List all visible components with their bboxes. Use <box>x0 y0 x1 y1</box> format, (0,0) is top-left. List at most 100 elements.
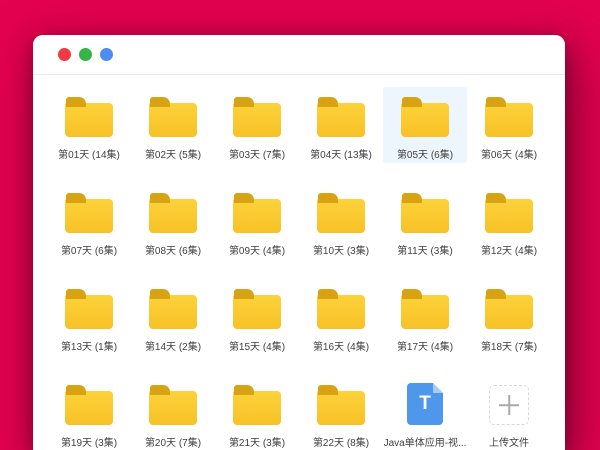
folder-item[interactable]: 第08天 (6集) <box>131 183 215 259</box>
item-label: Java单体应用-视... <box>384 434 467 449</box>
folder-icon <box>65 103 113 137</box>
folder-item[interactable]: 第01天 (14集) <box>47 87 131 163</box>
file-grid: 第01天 (14集) 第02天 (5集) 第03天 (7集) 第04天 (13集) 第0… <box>33 75 565 450</box>
folder-icon <box>149 103 197 137</box>
icon-wrapper <box>65 92 113 137</box>
item-label: 第21天 (3集) <box>229 434 285 449</box>
folder-item[interactable]: 第13天 (1集) <box>47 279 131 355</box>
folder-item[interactable]: 第16天 (4集) <box>299 279 383 355</box>
item-label: 第12天 (4集) <box>481 242 537 257</box>
icon-wrapper <box>401 284 449 329</box>
folder-item[interactable]: 第10天 (3集) <box>299 183 383 259</box>
item-label: 第13天 (1集) <box>61 338 117 353</box>
folder-item[interactable]: 第09天 (4集) <box>215 183 299 259</box>
folder-icon <box>317 199 365 233</box>
file-item[interactable]: T Java单体应用-视... <box>383 375 467 450</box>
item-label: 第06天 (4集) <box>481 146 537 161</box>
folder-icon <box>401 103 449 137</box>
icon-wrapper <box>149 92 197 137</box>
icon-wrapper <box>401 92 449 137</box>
item-label: 第01天 (14集) <box>58 146 120 161</box>
item-label: 第17天 (4集) <box>397 338 453 353</box>
item-label: 第09天 (4集) <box>229 242 285 257</box>
item-label: 上传文件 <box>489 434 529 449</box>
page-fold-corner <box>433 383 443 393</box>
folder-icon <box>233 295 281 329</box>
folder-item[interactable]: 第19天 (3集) <box>47 375 131 450</box>
item-label: 第10天 (3集) <box>313 242 369 257</box>
folder-icon <box>401 199 449 233</box>
folder-item[interactable]: 第05天 (6集) <box>383 87 467 163</box>
icon-wrapper <box>233 92 281 137</box>
item-label: 第08天 (6集) <box>145 242 201 257</box>
icon-wrapper <box>317 92 365 137</box>
folder-item[interactable]: 第11天 (3集) <box>383 183 467 259</box>
icon-wrapper <box>485 92 533 137</box>
item-label: 第16天 (4集) <box>313 338 369 353</box>
folder-item[interactable]: 第17天 (4集) <box>383 279 467 355</box>
folder-item[interactable]: 第02天 (5集) <box>131 87 215 163</box>
window-titlebar <box>33 35 565 75</box>
folder-item[interactable]: 第07天 (6集) <box>47 183 131 259</box>
text-file-icon: T <box>407 383 443 425</box>
icon-wrapper <box>485 284 533 329</box>
folder-item[interactable]: 第03天 (7集) <box>215 87 299 163</box>
item-label: 第05天 (6集) <box>397 146 453 161</box>
folder-icon <box>65 391 113 425</box>
folder-icon <box>149 199 197 233</box>
folder-icon <box>317 295 365 329</box>
folder-icon <box>317 103 365 137</box>
upload-plus-icon <box>489 385 529 425</box>
icon-wrapper <box>233 380 281 425</box>
close-button[interactable] <box>58 48 71 61</box>
icon-wrapper <box>489 380 529 425</box>
item-label: 第04天 (13集) <box>310 146 372 161</box>
icon-wrapper <box>401 188 449 233</box>
desktop-background: 第01天 (14集) 第02天 (5集) 第03天 (7集) 第04天 (13集) 第0… <box>0 0 600 450</box>
icon-wrapper <box>485 188 533 233</box>
item-label: 第22天 (8集) <box>313 434 369 449</box>
item-label: 第14天 (2集) <box>145 338 201 353</box>
item-label: 第15天 (4集) <box>229 338 285 353</box>
item-label: 第11天 (3集) <box>397 242 452 257</box>
maximize-button[interactable] <box>100 48 113 61</box>
folder-item[interactable]: 第20天 (7集) <box>131 375 215 450</box>
folder-icon <box>65 199 113 233</box>
icon-wrapper <box>317 380 365 425</box>
folder-item[interactable]: 第18天 (7集) <box>467 279 551 355</box>
icon-wrapper <box>317 188 365 233</box>
folder-item[interactable]: 第06天 (4集) <box>467 87 551 163</box>
folder-item[interactable]: 第12天 (4集) <box>467 183 551 259</box>
folder-item[interactable]: 第04天 (13集) <box>299 87 383 163</box>
folder-icon <box>149 295 197 329</box>
folder-icon <box>485 295 533 329</box>
folder-icon <box>65 295 113 329</box>
icon-wrapper <box>65 188 113 233</box>
icon-wrapper <box>233 284 281 329</box>
folder-icon <box>401 295 449 329</box>
icon-wrapper <box>65 284 113 329</box>
item-label: 第07天 (6集) <box>61 242 117 257</box>
item-label: 第18天 (7集) <box>481 338 537 353</box>
icon-wrapper <box>317 284 365 329</box>
folder-icon <box>317 391 365 425</box>
icon-wrapper <box>149 284 197 329</box>
folder-icon <box>233 199 281 233</box>
folder-item[interactable]: 第22天 (8集) <box>299 375 383 450</box>
file-manager-window: 第01天 (14集) 第02天 (5集) 第03天 (7集) 第04天 (13集) 第0… <box>33 35 565 450</box>
upload-file-button[interactable]: 上传文件 <box>467 375 551 450</box>
item-label: 第02天 (5集) <box>145 146 201 161</box>
icon-wrapper <box>233 188 281 233</box>
minimize-button[interactable] <box>79 48 92 61</box>
folder-item[interactable]: 第21天 (3集) <box>215 375 299 450</box>
folder-item[interactable]: 第15天 (4集) <box>215 279 299 355</box>
folder-icon <box>149 391 197 425</box>
icon-wrapper <box>65 380 113 425</box>
folder-icon <box>233 391 281 425</box>
folder-icon <box>485 199 533 233</box>
folder-item[interactable]: 第14天 (2集) <box>131 279 215 355</box>
item-label: 第20天 (7集) <box>145 434 201 449</box>
folder-icon <box>485 103 533 137</box>
item-label: 第19天 (3集) <box>61 434 117 449</box>
icon-wrapper <box>149 188 197 233</box>
